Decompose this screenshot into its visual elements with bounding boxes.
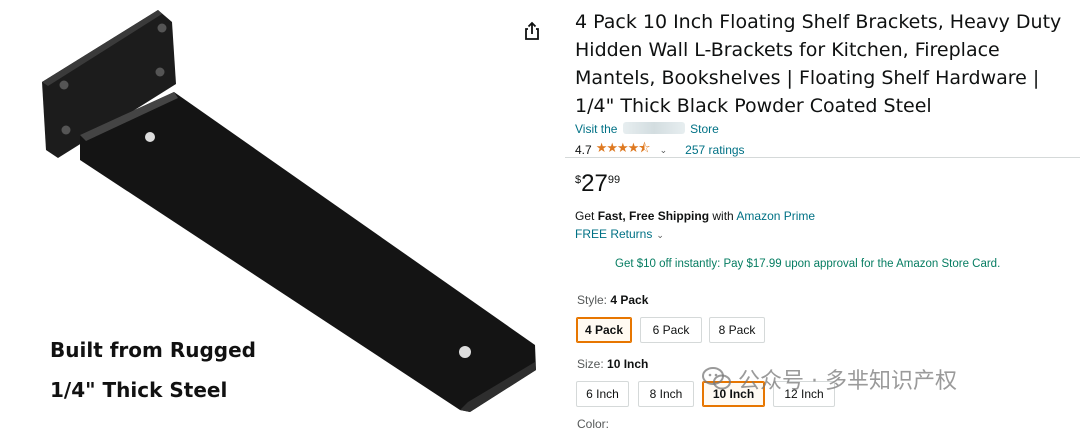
size-option-10-inch[interactable]: 10 Inch [702,381,765,407]
store-card-promo[interactable]: Get $10 off instantly: Pay $17.99 upon a… [615,258,1000,270]
share-icon[interactable] [521,20,543,42]
style-option-4-pack[interactable]: 4 Pack [576,317,632,343]
divider [565,157,1080,158]
watermark-text: 公众号 · 多芈知识产权 [738,369,957,394]
store-link[interactable]: Visit the Store [575,122,719,136]
style-label: Style: 4 Pack [577,293,648,307]
style-label-text: Style: [577,293,608,307]
style-option-6-pack[interactable]: 6 Pack [640,317,702,343]
amazon-prime-link[interactable]: Amazon Prime [736,209,815,223]
image-caption-line-2: 1/4" Thick Steel [50,378,228,402]
shipping-bold: Fast, Free Shipping [597,209,710,223]
chevron-down-icon: ⌄ [656,230,664,240]
ratings-count-link[interactable]: 257 ratings [685,143,744,157]
store-link-suffix: Store [690,122,719,136]
size-option-6-inch[interactable]: 6 Inch [576,381,629,407]
free-returns-link[interactable]: FREE Returns ⌄ [575,227,678,241]
price: $2799 [575,170,620,198]
style-option-8-pack[interactable]: 8 Pack [709,317,765,343]
shipping-middle: with [709,209,737,223]
shipping-prefix: Get [575,209,598,223]
image-caption-line-1: Built from Rugged [50,338,256,362]
style-selected-value: 4 Pack [610,293,649,307]
next-option-label: Color: [577,417,610,431]
rating-value: 4.7 [575,143,592,157]
size-selected-value: 10 Inch [607,357,649,371]
chevron-down-icon[interactable]: ⌄ [660,145,668,156]
price-whole: 27 [581,170,608,197]
size-option-8-inch[interactable]: 8 Inch [638,381,694,407]
shipping-info: Get Fast, Free Shipping with Amazon Prim… [575,209,815,223]
price-symbol: $ [575,174,582,186]
free-returns-label: FREE Returns [575,227,653,241]
size-label: Size: 10 Inch [577,357,648,371]
store-link-prefix: Visit the [575,122,618,136]
store-name-redacted [622,122,685,134]
price-fraction: 99 [607,174,621,186]
size-label-text: Size: [577,357,604,371]
product-image[interactable]: Built from Rugged 1/4" Thick Steel [0,0,560,425]
product-title: 4 Pack 10 Inch Floating Shelf Brackets, … [575,11,1062,117]
size-option-12-inch[interactable]: 12 Inch [773,381,835,407]
